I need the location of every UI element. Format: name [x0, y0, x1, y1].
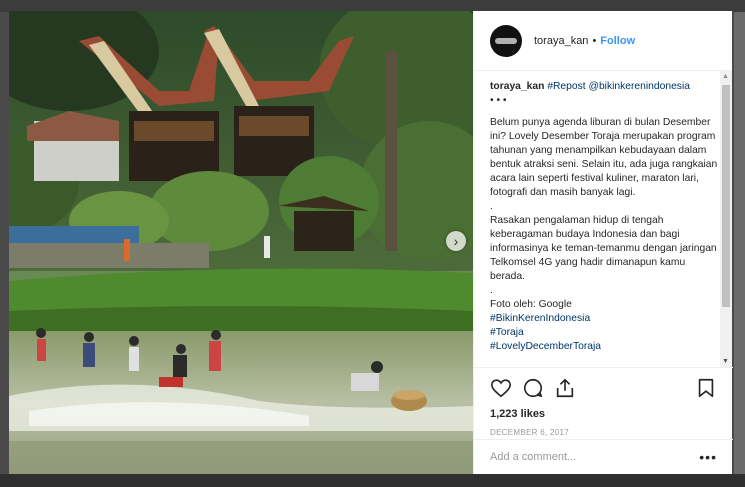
caption-dot-2: . — [490, 285, 493, 296]
caption-credit: Foto oleh: Google — [490, 299, 572, 310]
share-icon[interactable] — [554, 377, 576, 399]
post-actions: 1,223 likes DECEMBER 6, 2017 — [474, 367, 733, 437]
next-photo-button[interactable]: › — [446, 231, 466, 251]
header-separator: • — [592, 34, 597, 47]
post-side-panel: toraya_kan • Follow toraya_kan #Repost @… — [473, 11, 733, 474]
post-photo-image — [9, 11, 473, 474]
action-icons — [490, 374, 717, 402]
more-options-icon[interactable]: ••• — [699, 449, 717, 465]
caption-bullets: • • • — [490, 95, 507, 106]
hashtag-link[interactable]: #LovelyDecemberToraja — [490, 340, 718, 354]
hashtag-repost[interactable]: #Repost — [547, 81, 585, 92]
comment-input[interactable] — [490, 451, 700, 463]
backdrop-thumbnail-strip — [0, 474, 745, 487]
caption-paragraph-1: Belum punya agenda liburan di bulan Dese… — [490, 117, 718, 198]
scroll-up-arrow-icon[interactable]: ▲ — [722, 73, 729, 80]
chevron-right-icon: › — [453, 233, 459, 249]
post-header: toraya_kan • Follow — [474, 11, 732, 71]
mention-link[interactable]: @bikinkerenindonesia — [589, 81, 690, 92]
caption-scrollbar[interactable]: ▲ ▼ — [720, 71, 732, 367]
post-date: DECEMBER 6, 2017 — [490, 428, 570, 437]
post-modal: › toraya_kan • Follow toraya_kan #Repost… — [9, 11, 733, 474]
comment-box: ••• — [474, 439, 733, 474]
avatar-logo — [495, 37, 517, 44]
hashtag-link[interactable]: #BikinKerenIndonesia — [490, 312, 718, 326]
comment-icon[interactable] — [522, 377, 544, 399]
caption-hashtags: #BikinKerenIndonesia #Toraja #LovelyDece… — [490, 312, 718, 354]
bookmark-icon[interactable] — [695, 377, 717, 399]
avatar[interactable] — [490, 24, 522, 57]
caption-username[interactable]: toraya_kan — [490, 81, 544, 92]
backdrop-right-edge — [734, 12, 745, 474]
header-username[interactable]: toraya_kan — [534, 35, 588, 47]
hashtag-link[interactable]: #Toraja — [490, 326, 718, 340]
scroll-down-arrow-icon[interactable]: ▼ — [722, 358, 729, 365]
caption-paragraph-2: Rasakan pengalaman hidup di tengah keber… — [490, 215, 717, 282]
post-photo[interactable]: › — [9, 11, 473, 474]
post-caption: toraya_kan #Repost @bikinkerenindonesia … — [474, 71, 732, 363]
follow-button[interactable]: Follow — [600, 35, 635, 47]
likes-count[interactable]: 1,223 likes — [490, 408, 717, 420]
caption-dot-1: . — [490, 201, 493, 212]
heart-icon[interactable] — [490, 377, 512, 399]
scrollbar-thumb[interactable] — [722, 85, 730, 307]
